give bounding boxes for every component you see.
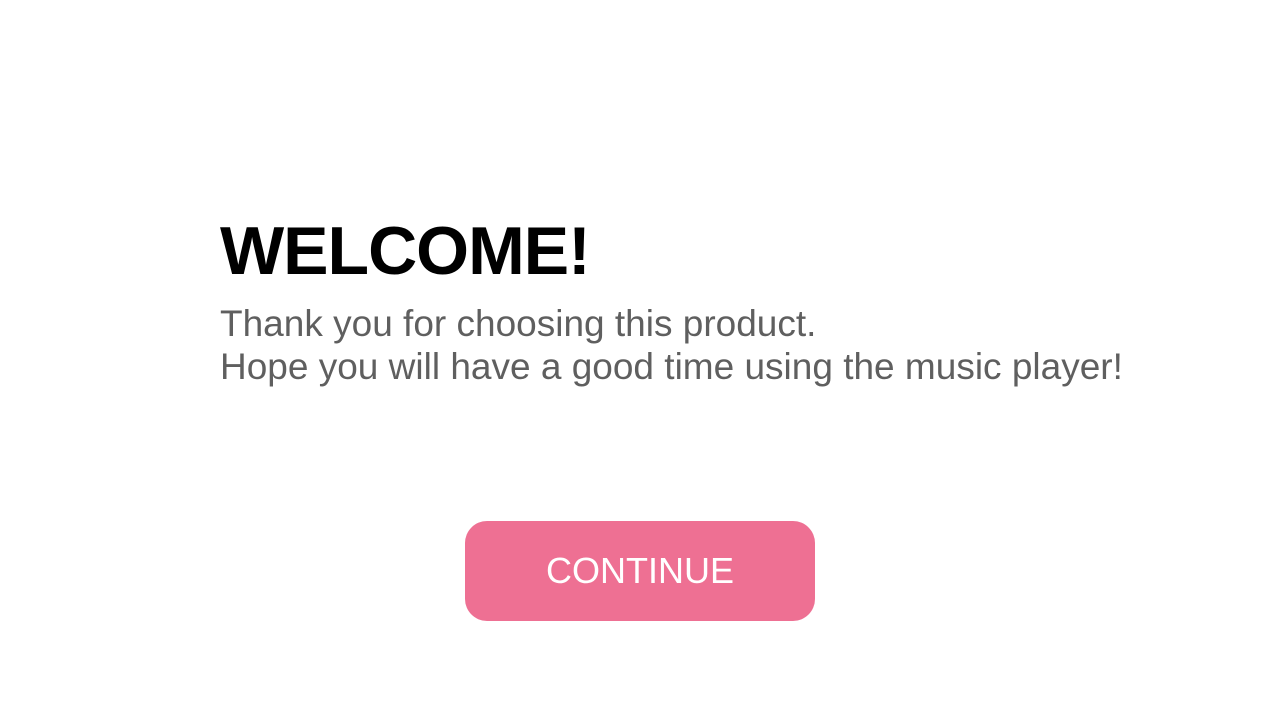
welcome-message-line-2: Hope you will have a good time using the…	[220, 346, 1123, 387]
welcome-title: WELCOME!	[220, 213, 591, 289]
welcome-block: WELCOME! Thank you for choosing this pro…	[220, 212, 1123, 388]
welcome-screen: WELCOME! Thank you for choosing this pro…	[0, 0, 1280, 721]
continue-button[interactable]: CONTINUE	[465, 521, 815, 621]
welcome-message: Thank you for choosing this product. Hop…	[220, 302, 1123, 388]
welcome-message-line-1: Thank you for choosing this product.	[220, 303, 817, 344]
